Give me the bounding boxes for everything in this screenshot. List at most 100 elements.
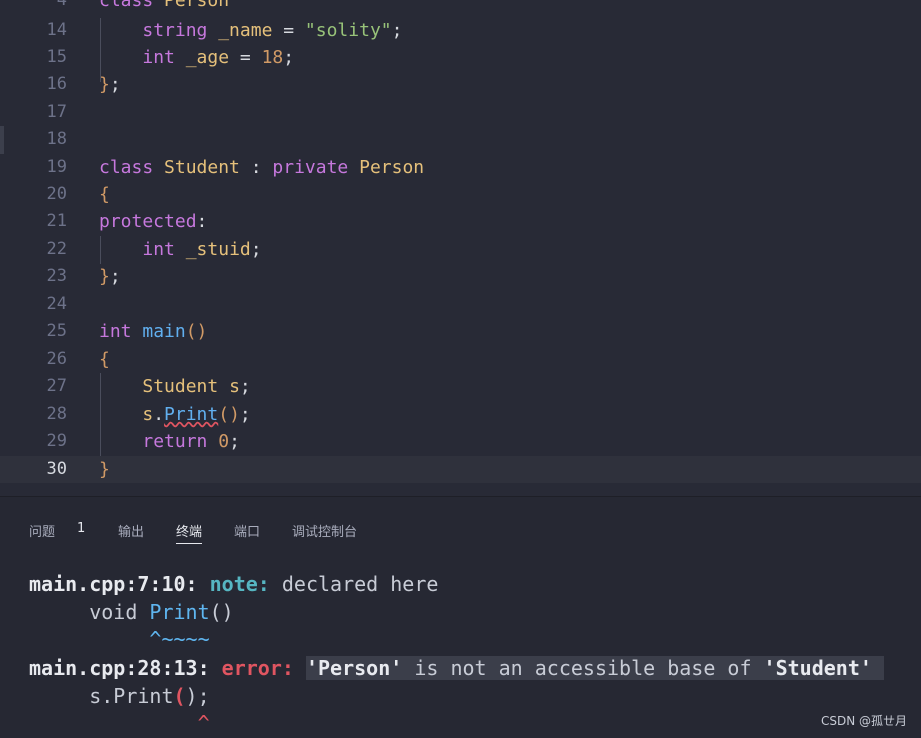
code-token: protected xyxy=(99,211,197,232)
line-code: return 0; xyxy=(99,428,240,455)
tab-debug-console[interactable]: 调试控制台 xyxy=(292,521,357,543)
code-token: ; xyxy=(109,74,121,95)
code-token: ; xyxy=(391,20,403,41)
code-token: Student xyxy=(164,157,240,178)
line-number: 24 xyxy=(46,294,67,314)
code-line[interactable]: 25 int main() xyxy=(0,318,921,345)
line-code: class Person xyxy=(99,0,229,14)
line-code: string _name = "solity"; xyxy=(99,17,402,44)
code-token: class xyxy=(99,157,165,178)
line-code: protected: xyxy=(99,208,207,235)
line-number: 21 xyxy=(46,211,67,231)
code-token: _age xyxy=(185,47,230,68)
line-number: 22 xyxy=(46,239,67,259)
code-line[interactable]: 23}; xyxy=(0,263,921,290)
code-line[interactable]: 16}; xyxy=(0,71,921,98)
code-token: _stuid xyxy=(185,239,251,260)
code-editor[interactable]: 4 class Person 14 string _name = "solity";… xyxy=(0,0,921,496)
code-token: } xyxy=(99,266,110,287)
code-line[interactable]: 14 string _name = "solity"; xyxy=(0,17,921,44)
line-code: }; xyxy=(99,71,121,98)
indent-guide xyxy=(100,18,101,82)
line-number: 28 xyxy=(46,404,67,424)
code-token: = xyxy=(229,47,262,68)
code-line[interactable]: 19 class Student : private Person xyxy=(0,154,921,181)
code-token: Print xyxy=(164,404,219,425)
code-line[interactable]: 18 xyxy=(0,126,921,153)
problems-count-badge: 1 xyxy=(77,521,86,536)
note-message: declared here xyxy=(281,572,439,596)
line-number: 25 xyxy=(46,321,67,341)
code-token: ; xyxy=(109,266,121,287)
code-token: . xyxy=(153,404,165,425)
code-line[interactable]: 17 xyxy=(0,99,921,126)
code-token: Student xyxy=(142,376,230,397)
code-token: { xyxy=(99,349,110,370)
line-code: class Student : private Person xyxy=(99,154,424,181)
line-number: 26 xyxy=(46,349,67,369)
line-number: 16 xyxy=(46,74,67,94)
code-line[interactable]: 30} xyxy=(0,456,921,484)
indent-guide xyxy=(100,373,101,456)
line-code: Student s; xyxy=(99,373,250,400)
code-line[interactable]: 15 int _age = 18; xyxy=(0,44,921,71)
code-token: class xyxy=(99,0,165,11)
tab-output[interactable]: 输出 xyxy=(118,521,144,543)
code-token: ; xyxy=(250,239,262,260)
line-code: } xyxy=(99,456,110,483)
code-token: Person xyxy=(359,157,425,178)
error-snippet: s.Print xyxy=(29,684,174,708)
terminal-line: main.cpp:28:13: error: 'Person' is not a… xyxy=(29,656,884,680)
note-label: note: xyxy=(209,572,270,596)
error-location: main.cpp:28:13: xyxy=(29,656,210,680)
code-token: () xyxy=(218,404,240,425)
line-number: 18 xyxy=(46,129,67,149)
code-token: { xyxy=(99,184,110,205)
indent-guide xyxy=(100,236,101,264)
line-code: int main() xyxy=(99,318,207,345)
code-line[interactable]: 22 int _stuid; xyxy=(0,236,921,263)
tab-ports[interactable]: 端口 xyxy=(234,521,260,543)
line-number: 29 xyxy=(46,431,67,451)
line-code: { xyxy=(99,346,110,373)
code-line[interactable]: 29 return 0; xyxy=(0,428,921,455)
line-number: 23 xyxy=(46,266,67,286)
error-message: is not an accessible base of xyxy=(402,656,764,680)
code-line[interactable]: 21 protected: xyxy=(0,208,921,235)
code-token: ; xyxy=(229,431,240,452)
code-token: 18 xyxy=(261,47,284,68)
error-base-name: 'Person' xyxy=(305,656,403,680)
code-line[interactable]: 26 { xyxy=(0,346,921,373)
error-snippet-paren: ( xyxy=(173,684,186,708)
tab-terminal[interactable]: 终端 xyxy=(176,521,203,544)
code-token: int xyxy=(142,239,186,260)
code-token: : xyxy=(196,211,208,232)
error-snippet-end: ); xyxy=(185,684,210,708)
line-number: 19 xyxy=(46,157,67,177)
code-line[interactable]: 27 Student s; xyxy=(0,373,921,400)
code-token: int xyxy=(142,47,186,68)
code-line[interactable]: 4 class Person xyxy=(0,0,921,14)
source-snippet: void xyxy=(29,600,150,624)
code-token: int xyxy=(99,321,143,342)
error-caret: ^ xyxy=(29,711,210,735)
code-line[interactable]: 28 s.Print(); xyxy=(0,401,921,428)
line-number: 17 xyxy=(46,102,67,122)
code-token: main xyxy=(142,321,186,342)
watermark: CSDN @孤ㄝ月 xyxy=(820,714,907,728)
line-code: s.Print(); xyxy=(99,401,250,428)
line-number: 30 xyxy=(46,459,67,479)
code-token: Person xyxy=(164,0,230,11)
source-snippet-fn: Print xyxy=(149,600,210,624)
tab-problems[interactable]: 问题 xyxy=(29,521,55,543)
code-token: return xyxy=(142,431,219,452)
code-line[interactable]: 20 { xyxy=(0,181,921,208)
error-message-highlight: 'Person' is not an accessible base of 'S… xyxy=(305,656,884,680)
code-token: private xyxy=(272,157,360,178)
code-line[interactable]: 24 xyxy=(0,291,921,318)
